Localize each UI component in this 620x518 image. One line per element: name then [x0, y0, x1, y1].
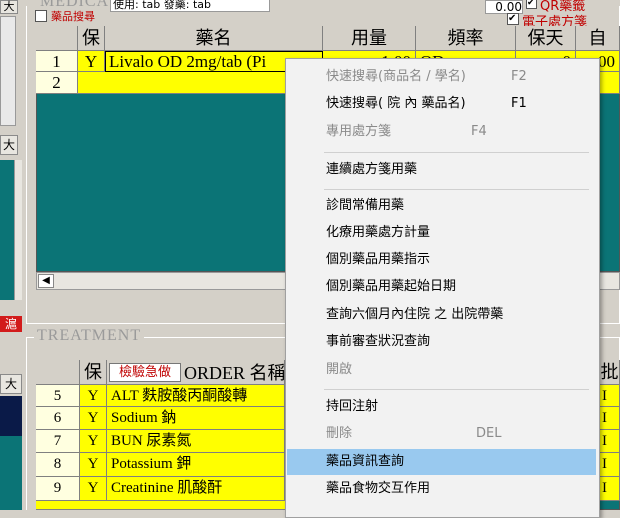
- treatment-row-insurance[interactable]: Y: [80, 407, 107, 430]
- treatment-row-insurance[interactable]: Y: [80, 477, 107, 501]
- search-checkbox-label: 藥品搜尋: [51, 10, 95, 23]
- menu-item-drug-food-interaction[interactable]: 藥品食物交互作用: [286, 477, 599, 501]
- treatment-row-insurance[interactable]: Y: [80, 385, 107, 407]
- menu-item-quick-search-internal[interactable]: 快速搜尋( 院 內 藥品名) F1: [286, 92, 599, 116]
- treatment-grid-corner: [36, 360, 80, 385]
- header-self[interactable]: 自: [576, 26, 620, 51]
- left-red-tag[interactable]: 滬: [0, 316, 22, 332]
- menu-item-special-prescription[interactable]: 專用處方箋 F4: [286, 120, 599, 144]
- menu-item-drug-info-query[interactable]: 藥品資訊查詢: [287, 449, 596, 475]
- menu-item-open[interactable]: 開啟: [286, 358, 599, 382]
- header-insurance[interactable]: 保: [78, 26, 105, 51]
- left-upper-panel: [0, 16, 16, 126]
- menu-item-prior-review-query[interactable]: 事前審查狀況查詢: [286, 330, 599, 354]
- left-scrollbar[interactable]: [14, 160, 22, 300]
- usage-field[interactable]: 使用: tab 發藥: tab: [110, 0, 270, 12]
- treatment-header-insurance[interactable]: 保: [80, 360, 107, 385]
- treatment-row-name[interactable]: BUN 尿素氮: [107, 430, 285, 453]
- menu-item-chemo-dosage[interactable]: 化療用藥處方計量: [286, 221, 599, 245]
- treatment-batch-cell[interactable]: I: [600, 385, 620, 407]
- qr-checkbox[interactable]: ✔: [526, 0, 537, 9]
- menu-item-drug-start-date[interactable]: 個別藥品用藥起始日期: [286, 275, 599, 299]
- menu-item-continuous-prescription[interactable]: 連續處方箋用藥: [286, 158, 599, 182]
- order-name-header[interactable]: ORDER 名稱: [184, 361, 284, 385]
- grid-corner: [36, 26, 78, 51]
- header-frequency[interactable]: 頻率: [416, 26, 516, 51]
- treatment-row-number[interactable]: 7: [36, 430, 80, 453]
- left-teal-lower: [0, 436, 22, 510]
- treatment-batch-cell[interactable]: I: [600, 477, 620, 501]
- treatment-row-insurance[interactable]: Y: [80, 453, 107, 477]
- scroll-left-icon[interactable]: ◀: [38, 274, 54, 288]
- treatment-title: TREATMENT: [34, 327, 145, 345]
- menu-item-delete[interactable]: 刪除 DEL: [286, 422, 599, 446]
- row-number[interactable]: 1: [36, 51, 78, 72]
- treatment-batch-cell[interactable]: I: [600, 453, 620, 477]
- search-checkbox[interactable]: [35, 10, 47, 22]
- dose-value-field[interactable]: 0.00: [485, 0, 523, 14]
- eprescription-checkbox[interactable]: ✔: [507, 13, 519, 25]
- treatment-row-number[interactable]: 8: [36, 453, 80, 477]
- left-bottom-button[interactable]: 大: [0, 374, 22, 394]
- urgent-lab-button[interactable]: 檢驗急做: [109, 363, 181, 382]
- treatment-batch-cell[interactable]: I: [600, 407, 620, 430]
- treatment-row-number[interactable]: 6: [36, 407, 80, 430]
- left-top-button[interactable]: 大: [0, 0, 18, 14]
- menu-item-quick-search-name[interactable]: 快速搜尋(商品名 / 學名) F2: [286, 65, 599, 89]
- treatment-row-name[interactable]: ALT 麩胺酸丙酮酸轉: [107, 385, 285, 407]
- left-mid-button[interactable]: 大: [0, 135, 18, 155]
- left-teal-panel: [0, 160, 14, 300]
- menu-item-take-back-injection[interactable]: 持回注射: [286, 395, 599, 419]
- treatment-batch-cell[interactable]: I: [600, 430, 620, 453]
- row-number[interactable]: 2: [36, 72, 78, 94]
- treatment-row-number[interactable]: 9: [36, 477, 80, 501]
- treatment-header-batch[interactable]: 批: [600, 360, 620, 385]
- context-menu: 快速搜尋(商品名 / 學名) F2 快速搜尋( 院 內 藥品名) F1 專用處方…: [285, 58, 600, 518]
- menu-item-drug-instructions[interactable]: 個別藥品用藥指示: [286, 248, 599, 272]
- treatment-row-partial[interactable]: [36, 501, 286, 510]
- header-drug-name[interactable]: 藥名: [105, 26, 323, 51]
- treatment-row-name[interactable]: Sodium 鈉: [107, 407, 285, 430]
- menu-separator: [324, 389, 589, 390]
- treatment-row-insurance[interactable]: Y: [80, 430, 107, 453]
- header-days[interactable]: 保天: [516, 26, 576, 51]
- menu-item-clinic-common-drugs[interactable]: 診間常備用藥: [286, 194, 599, 218]
- treatment-row-name[interactable]: Potassium 鉀: [107, 453, 285, 477]
- menu-separator: [324, 152, 589, 153]
- header-dosage[interactable]: 用量: [323, 26, 416, 51]
- treatment-row-number[interactable]: 5: [36, 385, 80, 407]
- menu-item-discharge-drugs-query[interactable]: 查詢六個月內住院 之 出院帶藥: [286, 303, 599, 327]
- left-navy-block: [0, 396, 22, 436]
- row-insurance[interactable]: Y: [78, 51, 105, 72]
- treatment-row-name[interactable]: Creatinine 肌酸酐: [107, 477, 285, 501]
- menu-separator: [324, 189, 589, 190]
